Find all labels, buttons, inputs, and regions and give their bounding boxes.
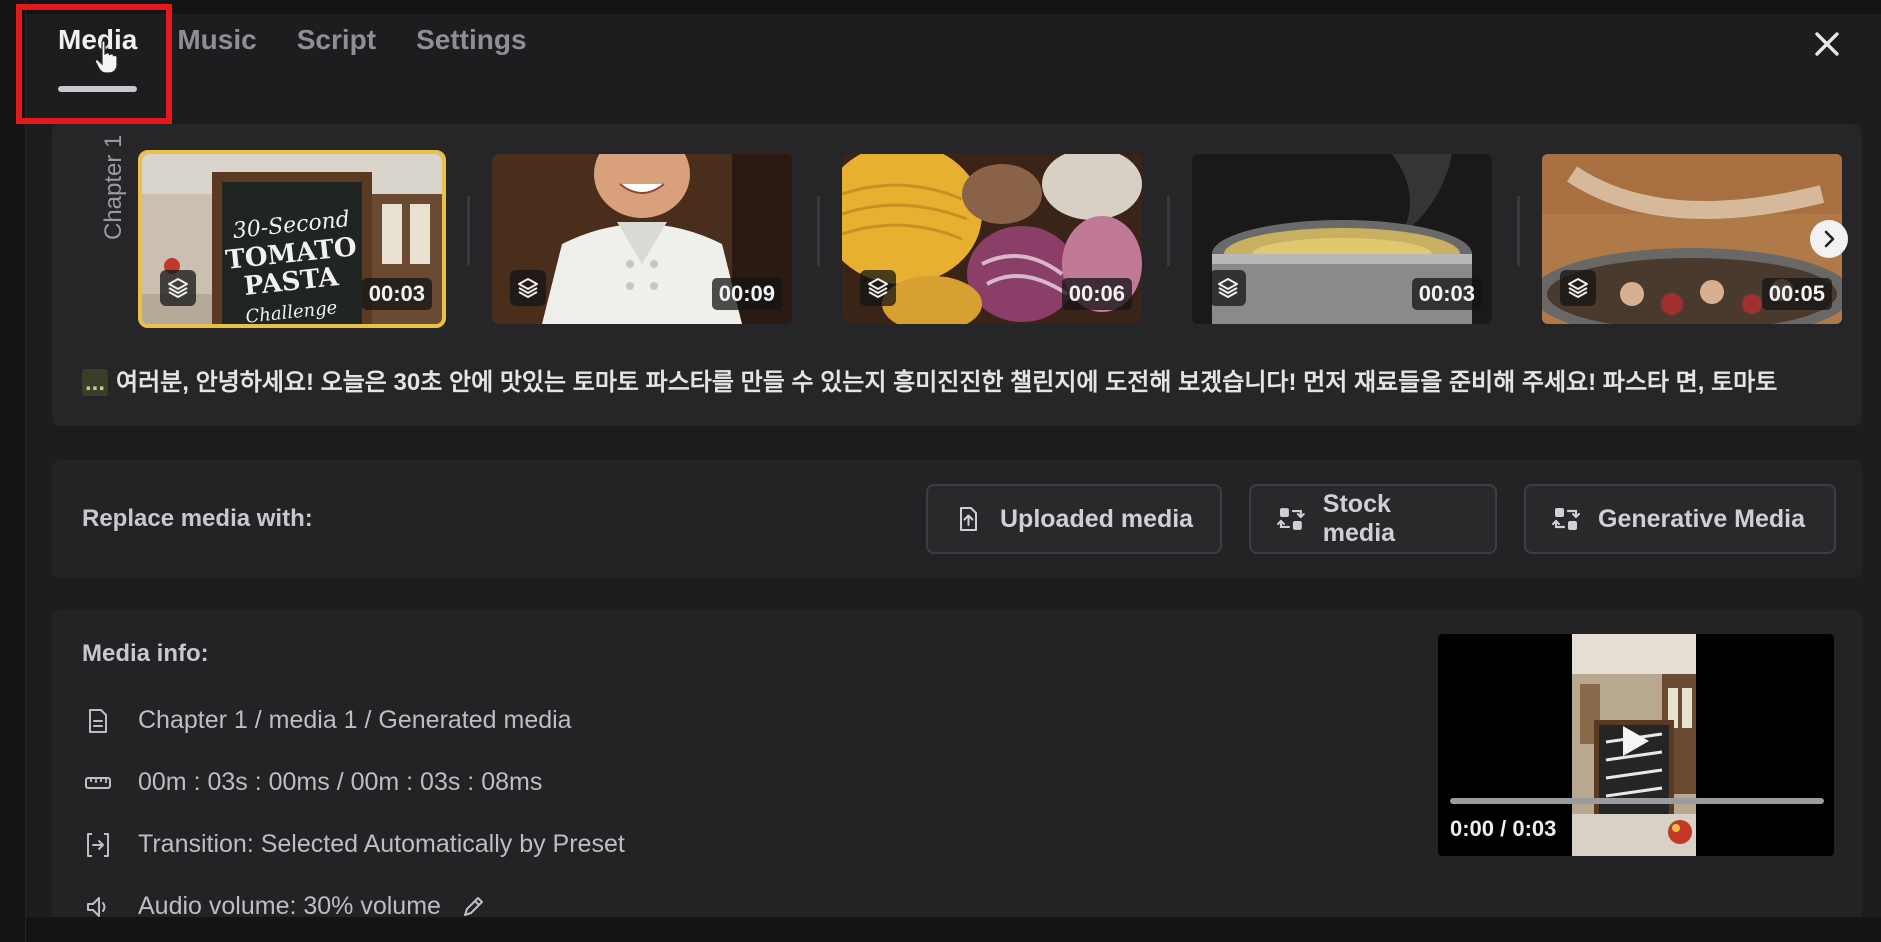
progress-track[interactable] bbox=[1450, 798, 1824, 804]
next-arrow-button[interactable] bbox=[1810, 220, 1848, 258]
script-text[interactable]: ... 여러분, 안녕하세요! 오늘은 30초 안에 맛있는 토마토 파스타를 만… bbox=[82, 362, 1842, 397]
media-thumbnail[interactable]: 00:05 bbox=[1542, 154, 1842, 324]
media-info-title: Media info: bbox=[82, 640, 209, 667]
thumbnail-divider bbox=[467, 196, 470, 266]
media-thumbnail[interactable]: 30-Second TOMATO PASTA Challenge 00:03 bbox=[138, 150, 446, 328]
ruler-icon bbox=[85, 776, 111, 789]
media-path-row: Chapter 1 / media 1 / Generated media bbox=[84, 706, 572, 735]
media-transition: Transition: Selected Automatically by Pr… bbox=[138, 830, 625, 858]
tab-music[interactable]: Music bbox=[177, 24, 256, 74]
pencil-icon[interactable] bbox=[459, 893, 487, 921]
duration-badge: 00:06 bbox=[1061, 278, 1132, 310]
media-thumbnail[interactable]: 00:06 bbox=[842, 154, 1142, 324]
layers-icon[interactable] bbox=[160, 270, 196, 306]
left-edge bbox=[0, 0, 26, 942]
layers-icon[interactable] bbox=[860, 270, 896, 306]
replace-media-label: Replace media with: bbox=[82, 505, 313, 532]
thumbnail-divider bbox=[1517, 196, 1520, 266]
duration-badge: 00:05 bbox=[1761, 278, 1832, 310]
close-icon[interactable] bbox=[1811, 28, 1843, 60]
layers-icon[interactable] bbox=[510, 270, 546, 306]
top-strip bbox=[0, 0, 1881, 14]
thumbnail-divider bbox=[817, 196, 820, 266]
duration-badge: 00:03 bbox=[1411, 278, 1482, 310]
document-icon bbox=[89, 708, 107, 733]
media-path: Chapter 1 / media 1 / Generated media bbox=[138, 706, 572, 734]
media-thumbnail[interactable]: 00:03 bbox=[1192, 154, 1492, 324]
tab-bar: Media Music Script Settings bbox=[58, 24, 567, 92]
upload-file-icon bbox=[960, 507, 977, 531]
script-ellipsis: ... bbox=[82, 369, 109, 396]
thumbnail-strip: 30-Second TOMATO PASTA Challenge 00:03 0… bbox=[138, 150, 1842, 328]
media-timing-row: 00m : 03s : 00ms / 00m : 03s : 08ms bbox=[84, 768, 542, 797]
swap-media-icon bbox=[1552, 508, 1580, 530]
chapter-label: Chapter 1 bbox=[100, 134, 127, 240]
preview-time: 0:00 / 0:03 bbox=[1450, 816, 1557, 841]
generative-media-label: Generative Media bbox=[1598, 504, 1806, 533]
duration-badge: 00:09 bbox=[711, 278, 782, 310]
media-preview-player[interactable]: 0:00 / 0:03 bbox=[1438, 634, 1834, 856]
hand-cursor-icon bbox=[94, 40, 118, 74]
stock-media-label: Stock media bbox=[1322, 490, 1396, 547]
thumbnail-divider bbox=[1167, 196, 1170, 266]
tab-script[interactable]: Script bbox=[297, 24, 376, 74]
media-audio: Audio volume: 30% volume bbox=[138, 892, 441, 920]
script-content: 여러분, 안녕하세요! 오늘은 30초 안에 맛있는 토마토 파스타를 만들 수… bbox=[116, 369, 1778, 396]
layers-icon[interactable] bbox=[1210, 270, 1246, 306]
media-thumbnail[interactable]: 00:09 bbox=[492, 154, 792, 324]
media-audio-row: Audio volume: 30% volume bbox=[84, 892, 487, 921]
stock-media-button[interactable]: Stock media bbox=[1249, 484, 1497, 554]
uploaded-media-label: Uploaded media bbox=[1000, 504, 1194, 533]
generative-media-button[interactable]: Generative Media bbox=[1524, 484, 1836, 554]
transition-icon bbox=[87, 832, 109, 857]
chevron-right-icon bbox=[1824, 230, 1835, 248]
speaker-icon bbox=[87, 896, 106, 917]
uploaded-media-button[interactable]: Uploaded media bbox=[926, 484, 1222, 554]
play-icon[interactable] bbox=[1621, 724, 1651, 758]
layers-icon[interactable] bbox=[1560, 270, 1596, 306]
duration-badge: 00:03 bbox=[361, 278, 432, 310]
media-timing: 00m : 03s : 00ms / 00m : 03s : 08ms bbox=[138, 768, 543, 796]
swap-media-icon bbox=[1277, 508, 1305, 530]
media-transition-row: Transition: Selected Automatically by Pr… bbox=[84, 830, 625, 859]
tab-settings[interactable]: Settings bbox=[416, 24, 526, 74]
